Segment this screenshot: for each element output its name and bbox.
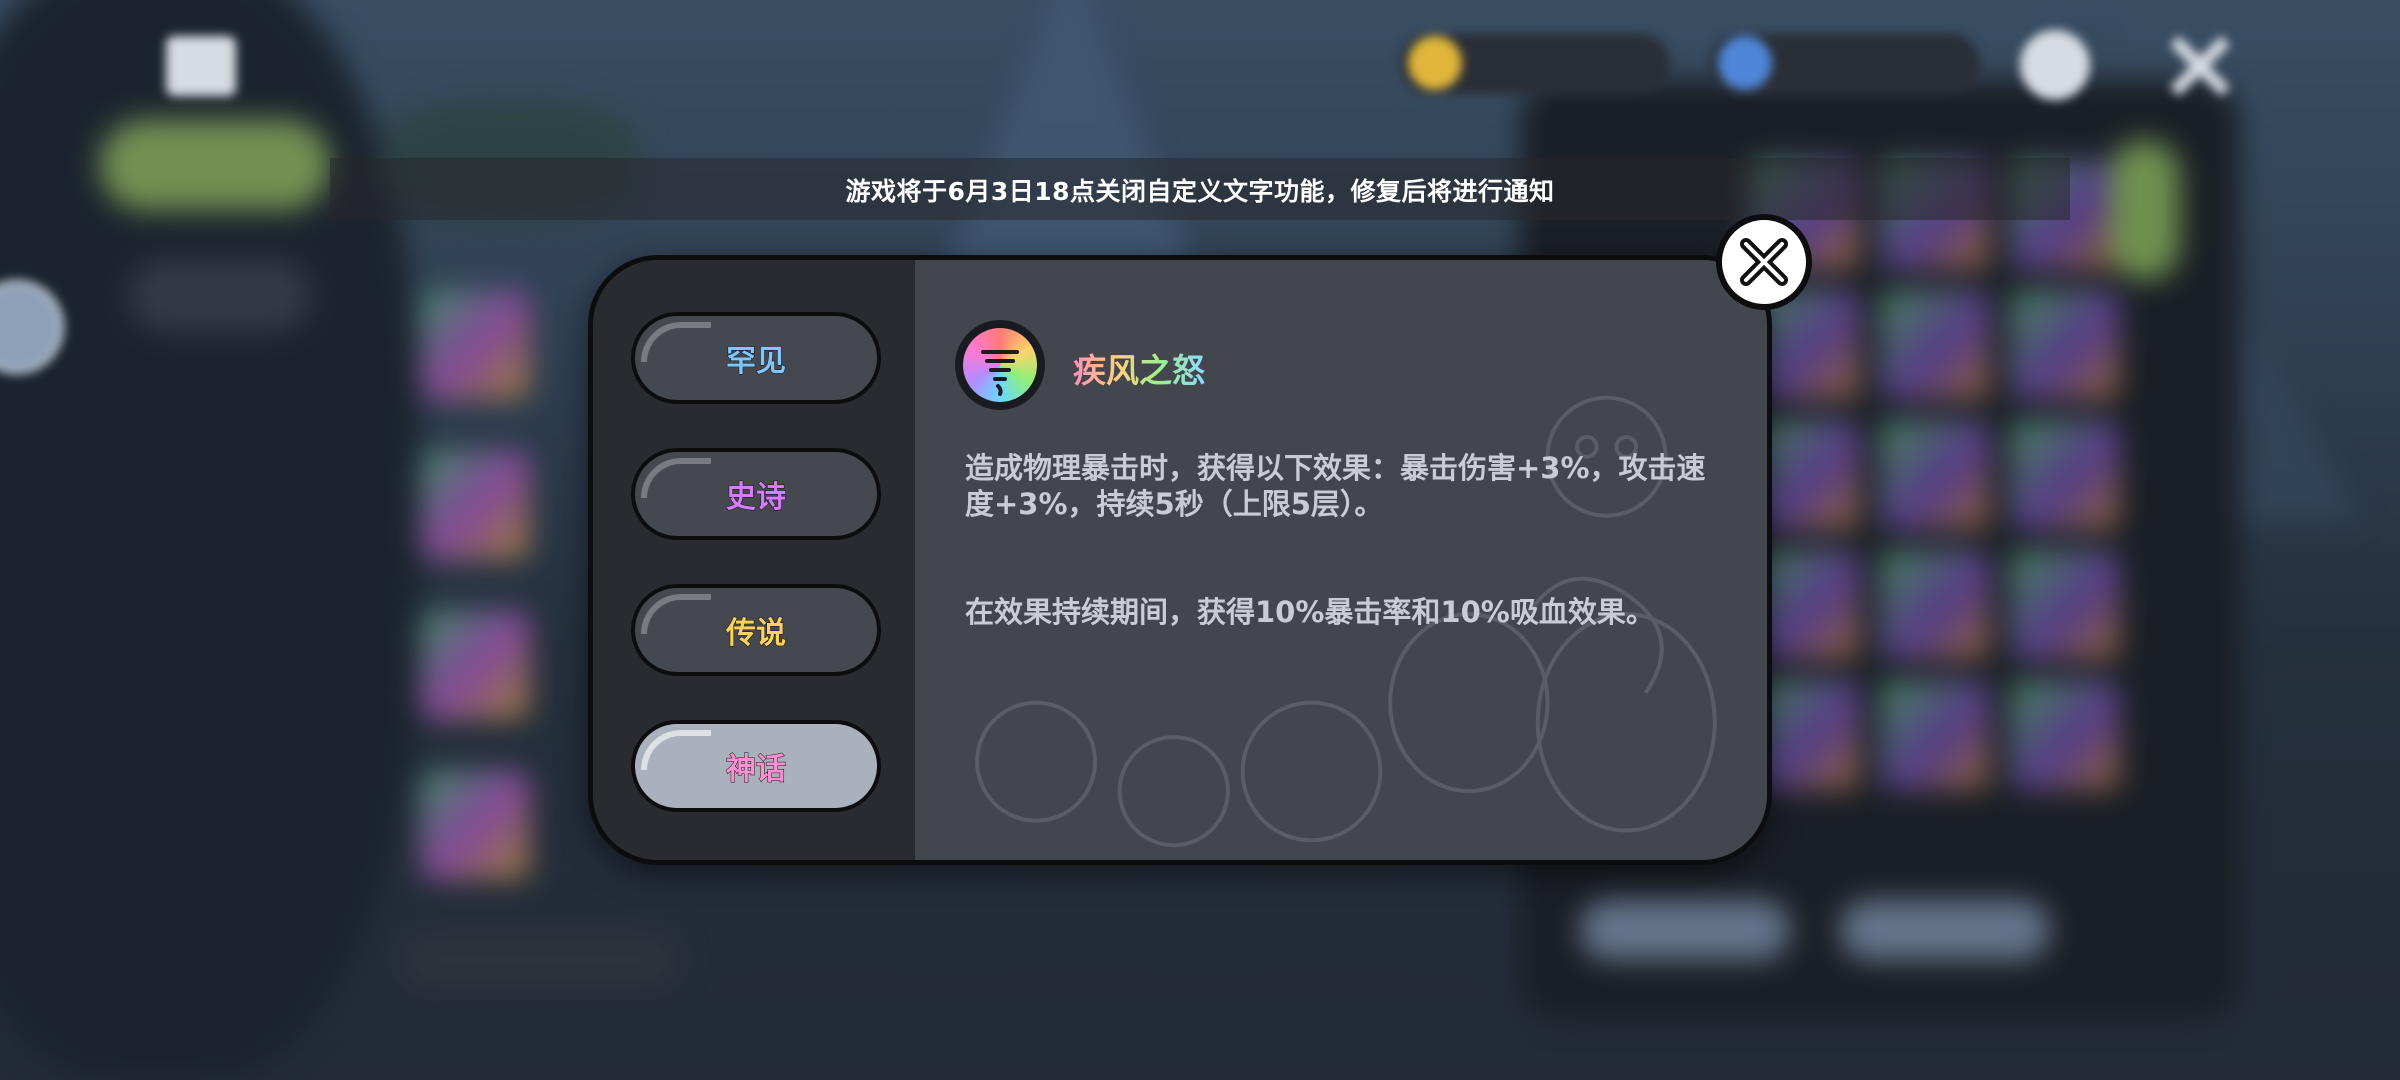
skill-name: 疾风之怒 [1073, 344, 1205, 392]
tab-rare[interactable]: 罕见 [631, 312, 881, 404]
tornado-icon [963, 328, 1037, 402]
tab-epic[interactable]: 史诗 [631, 448, 881, 540]
decorative-doodles [975, 395, 1717, 848]
skill-detail-panel: 疾风之怒 造成物理暴击时，获得以下效果：暴击伤害+3%，攻击速度+3%，持续5秒… [915, 260, 1767, 860]
tab-legendary[interactable]: 传说 [631, 584, 881, 676]
skill-description-2: 在效果持续期间，获得10%暴击率和10%吸血效果。 [965, 595, 1655, 629]
close-button[interactable] [1716, 214, 1812, 310]
tab-mythic-label: 神话 [726, 752, 787, 788]
notice-text: 游戏将于6月3日18点关闭自定义文字功能，修复后将进行通知 [845, 177, 1555, 206]
tab-epic-label: 史诗 [726, 480, 787, 516]
tab-mythic[interactable]: 神话 [631, 720, 881, 812]
rarity-tab-list: 罕见 史诗 传说 神话 [593, 260, 915, 860]
skill-description-1: 造成物理暴击时，获得以下效果：暴击伤害+3%，攻击速度+3%，持续5秒（上限5层… [965, 451, 1706, 521]
notice-banner: 游戏将于6月3日18点关闭自定义文字功能，修复后将进行通知 [330, 158, 2070, 220]
close-icon [1740, 238, 1788, 286]
tab-legendary-label: 传说 [726, 616, 787, 652]
skill-icon-frame [955, 320, 1045, 410]
tab-rare-label: 罕见 [726, 344, 787, 380]
rarity-detail-modal: 罕见 史诗 传说 神话 疾风之怒 造成物理暴击时，获得以下效果：暴击伤害+3%，… [588, 255, 1772, 865]
